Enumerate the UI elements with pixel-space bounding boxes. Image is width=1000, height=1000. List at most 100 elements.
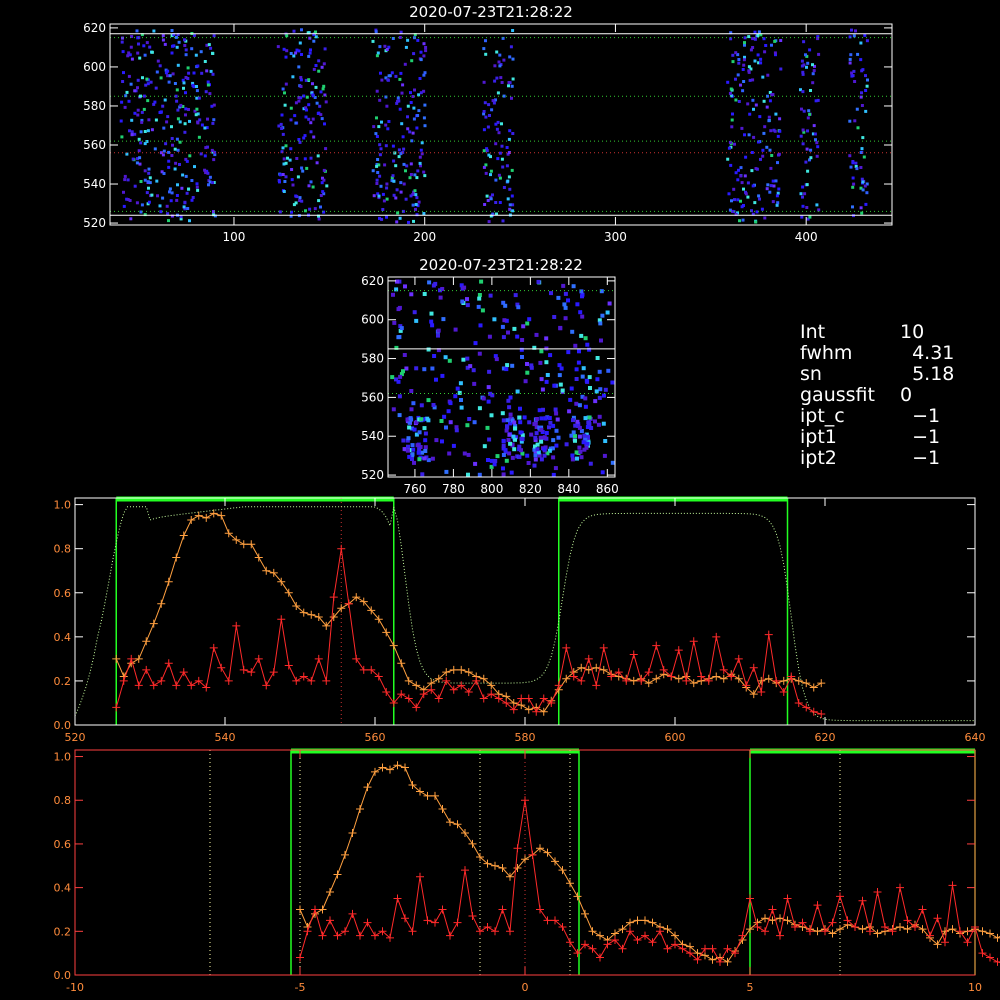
series-point bbox=[644, 679, 653, 688]
heatmap-pixel bbox=[581, 440, 586, 445]
series-point bbox=[731, 949, 739, 958]
heatmap-pixel bbox=[161, 34, 165, 38]
info-row-sn: sn 5.18 bbox=[800, 364, 1000, 385]
heatmap-pixel bbox=[508, 441, 513, 446]
heatmap-pixel bbox=[309, 180, 313, 184]
heatmap-pixel bbox=[801, 142, 805, 146]
heatmap-pixel bbox=[133, 184, 137, 188]
series-point bbox=[749, 663, 758, 672]
heatmap-pixel bbox=[396, 211, 400, 215]
series-point bbox=[438, 905, 447, 914]
heatmap-pixel bbox=[166, 115, 170, 119]
heatmap-pixel bbox=[446, 409, 451, 414]
heatmap-pixel bbox=[860, 104, 864, 107]
heatmap-pixel bbox=[211, 72, 215, 76]
heatmap-pixel bbox=[754, 220, 758, 224]
heatmap-pixel bbox=[211, 121, 215, 125]
heatmap-pixel bbox=[404, 45, 408, 49]
heatmap-pixel bbox=[139, 180, 143, 183]
heatmap-pixel bbox=[573, 434, 577, 439]
series-point bbox=[629, 676, 638, 685]
heatmap-pixel bbox=[501, 335, 506, 340]
heatmap-pixel bbox=[418, 155, 422, 159]
heatmap-pixel bbox=[416, 114, 420, 117]
heatmap-pixel bbox=[765, 187, 769, 191]
heatmap-pixel bbox=[500, 324, 505, 329]
heatmap-pixel bbox=[430, 366, 435, 371]
middle-heatmap-panel: 2020-07-23T21:28:22 760 780 800 820 840 860 52… bbox=[361, 256, 619, 496]
series-point bbox=[817, 709, 826, 718]
series-point bbox=[776, 931, 784, 940]
heatmap-pixel bbox=[761, 148, 765, 152]
series-point bbox=[401, 763, 409, 772]
heatmap-pixel bbox=[429, 319, 434, 324]
heatmap-pixel bbox=[806, 169, 810, 173]
series-point bbox=[247, 668, 256, 677]
series-point bbox=[577, 676, 586, 685]
heatmap-pixel bbox=[282, 190, 286, 193]
heatmap-pixel bbox=[779, 67, 783, 71]
heatmap-pixel bbox=[278, 210, 282, 214]
heatmap-pixel bbox=[422, 54, 426, 58]
heatmap-pixel bbox=[203, 168, 207, 172]
heatmap-pixel bbox=[860, 147, 864, 151]
heatmap-pixel bbox=[432, 354, 437, 358]
heatmap-pixel bbox=[298, 196, 302, 200]
heatmap-pixel bbox=[135, 161, 139, 165]
heatmap-pixel bbox=[136, 108, 140, 112]
heatmap-pixel bbox=[322, 84, 326, 88]
heatmap-pixel bbox=[545, 373, 550, 377]
heatmap-pixel bbox=[378, 153, 382, 157]
heatmap-pixel bbox=[411, 203, 415, 207]
heatmap-pixel bbox=[774, 112, 778, 116]
series-point bbox=[641, 916, 649, 925]
heatmap-pixel bbox=[602, 453, 607, 458]
series-point bbox=[772, 676, 781, 685]
series-point bbox=[142, 665, 151, 674]
heatmap-pixel bbox=[497, 173, 501, 177]
heatmap-pixel bbox=[176, 183, 179, 187]
heatmap-pixel bbox=[575, 302, 580, 307]
series-point bbox=[566, 879, 574, 888]
heatmap-pixel bbox=[761, 75, 765, 79]
heatmap-pixel bbox=[746, 102, 750, 106]
heatmap-pixel bbox=[209, 46, 213, 50]
series-point bbox=[472, 676, 481, 685]
heatmap-pixel bbox=[418, 77, 422, 80]
heatmap-pixel bbox=[730, 125, 734, 129]
heatmap-pixel bbox=[434, 377, 438, 382]
series-point bbox=[607, 672, 616, 681]
y-tick-label: 0.2 bbox=[54, 675, 72, 688]
series-point bbox=[836, 925, 844, 934]
heatmap-pixel bbox=[288, 158, 292, 162]
heatmap-pixel bbox=[320, 117, 324, 121]
heatmap-pixel bbox=[511, 29, 515, 32]
heatmap-pixel bbox=[150, 128, 154, 132]
heatmap-pixel bbox=[190, 179, 194, 182]
heatmap-pixel bbox=[494, 142, 498, 146]
heatmap-pixel bbox=[285, 34, 289, 38]
heatmap-pixel bbox=[536, 279, 541, 284]
heatmap-pixel bbox=[477, 351, 482, 356]
heatmap-pixel bbox=[479, 279, 484, 284]
series-point bbox=[149, 681, 158, 690]
heatmap-pixel bbox=[493, 64, 497, 68]
heatmap-pixel bbox=[425, 416, 430, 421]
heatmap-pixel bbox=[176, 63, 180, 67]
heatmap-pixel bbox=[506, 197, 510, 201]
heatmap-pixel bbox=[801, 204, 805, 208]
heatmap-pixel bbox=[583, 404, 588, 409]
heatmap-pixel bbox=[740, 205, 744, 209]
heatmap-pixel bbox=[461, 357, 466, 362]
heatmap-pixel bbox=[301, 169, 305, 173]
info-row-ipt1: ipt1 −1 bbox=[800, 427, 1000, 448]
heatmap-pixel bbox=[385, 215, 388, 219]
heatmap-pixel bbox=[482, 80, 486, 84]
heatmap-pixel bbox=[203, 126, 207, 130]
series-point bbox=[918, 905, 927, 914]
series-point bbox=[356, 931, 364, 940]
heatmap-pixel bbox=[506, 398, 511, 403]
top-heatmap-pixels bbox=[119, 28, 869, 224]
series-point bbox=[217, 511, 226, 520]
heatmap-pixel bbox=[136, 51, 140, 55]
